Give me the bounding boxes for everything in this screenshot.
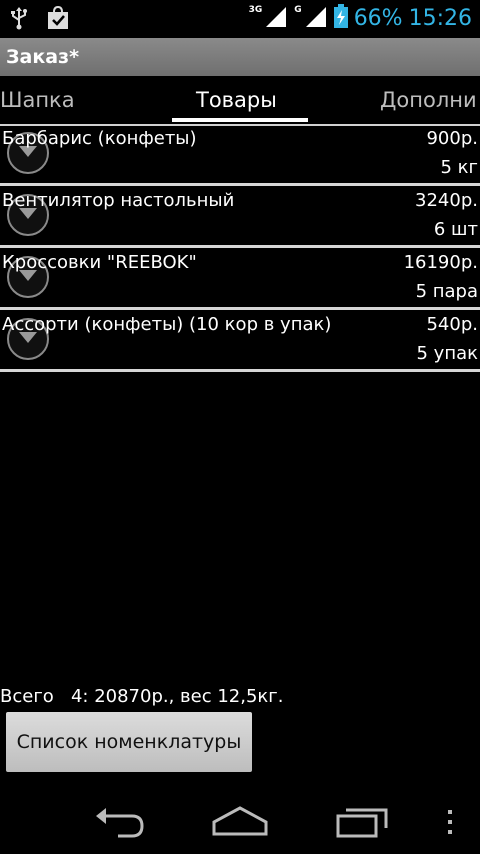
recent-apps-icon[interactable] [334,804,390,844]
active-tab-indicator [172,118,308,122]
battery-charging-icon [333,4,348,32]
page-title: Заказ* [6,46,80,68]
order-total: Всего 4: 20870р., вес 12,5кг. [0,686,284,707]
list-item[interactable]: Кроссовки "REEBOK" 16190р. 5 пара [0,248,480,310]
item-name: Кроссовки "REEBOK" [2,252,197,273]
tab-header[interactable]: Шапка [0,88,75,112]
item-price: 3240р. [415,190,478,211]
goods-list: Барбарис (конфеты) 900р. 5 кг Вентилятор… [0,124,480,372]
network-type-label: G [294,5,302,15]
item-name: Ассорти (конфеты) (10 кор в упак) [2,314,332,335]
signal-3g-icon [264,4,288,32]
item-price: 900р. [426,128,478,149]
tab-goods[interactable]: Товары [196,88,277,112]
network-type-label: 3G [248,5,263,15]
list-item[interactable]: Барбарис (конфеты) 900р. 5 кг [0,124,480,186]
home-icon[interactable] [210,804,270,844]
signal-g-icon [304,4,328,32]
status-bar: 3G G 66% 15:26 [0,0,480,38]
item-price: 540р. [426,314,478,335]
item-quantity: 6 шт [433,219,478,240]
title-bar: Заказ* [0,38,480,76]
menu-icon[interactable] [444,804,456,844]
list-item[interactable]: Ассорти (конфеты) (10 кор в упак) 540р. … [0,310,480,372]
item-quantity: 5 упак [416,343,479,364]
item-name: Вентилятор настольный [2,190,235,211]
item-name: Барбарис (конфеты) [2,128,197,149]
tab-additional[interactable]: Дополни [380,88,477,112]
nomenclature-list-button[interactable]: Список номенклатуры [6,712,252,772]
list-item[interactable]: Вентилятор настольный 3240р. 6 шт [0,186,480,248]
clock: 15:26 [408,5,472,31]
item-price: 16190р. [403,252,478,273]
item-quantity: 5 кг [440,157,478,178]
battery-percent: 66% [353,5,403,31]
navigation-bar [0,790,480,854]
item-quantity: 5 пара [415,281,478,302]
usb-icon [8,6,30,34]
back-icon[interactable] [92,804,148,844]
shopping-bag-icon [46,5,70,34]
